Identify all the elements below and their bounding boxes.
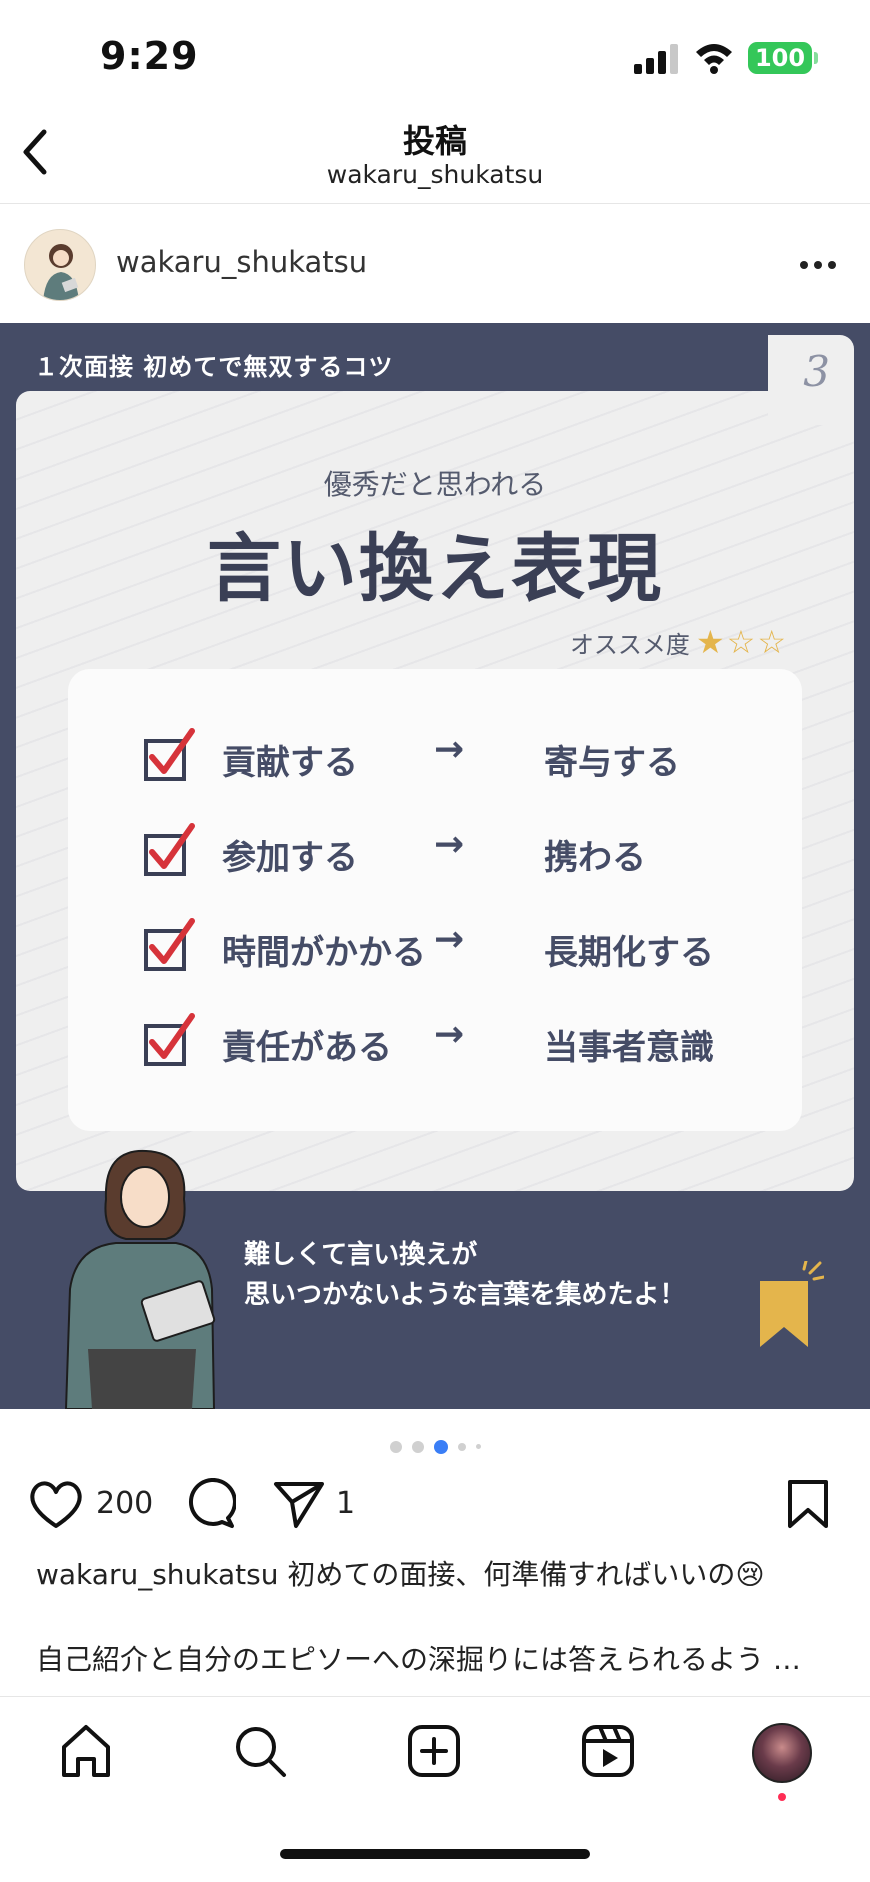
like-count[interactable]: 200 xyxy=(96,1486,153,1521)
recommend-rating: オススメ度 ★☆☆ xyxy=(570,623,788,661)
recommend-label: オススメ度 xyxy=(569,631,690,659)
avatar-illustration-icon xyxy=(43,244,79,300)
more-options-icon[interactable] xyxy=(796,245,840,285)
caption-username[interactable]: wakaru_shukatsu xyxy=(36,1558,278,1591)
status-time: 9:29 xyxy=(100,34,199,78)
card-title: 言い換え表現 xyxy=(207,526,663,612)
word-list-panel: 貢献する → 寄与する 参加する → 携わる 時間がかかる → 長期化する 責任… xyxy=(68,669,802,1131)
word-to: 長期化する xyxy=(544,933,714,973)
bookmark-decoration-icon xyxy=(760,1261,824,1347)
page-number: 3 xyxy=(803,347,830,396)
message-line: 難しくて言い換えが xyxy=(244,1240,478,1270)
home-icon[interactable] xyxy=(56,1721,116,1781)
word-to: 携わる xyxy=(544,838,646,878)
caption-more[interactable]: 自己紹介と自分のエピソーへの深掘りには答えられるよう … xyxy=(36,1638,836,1678)
action-bar: 200 1 xyxy=(0,1470,870,1540)
home-indicator xyxy=(280,1849,590,1859)
word-row: 参加する → 携わる xyxy=(142,810,782,890)
arrow-icon: → xyxy=(434,1014,465,1055)
arrow-icon: → xyxy=(434,729,465,770)
battery-tip xyxy=(814,52,818,64)
word-row: 貢献する → 寄与する xyxy=(142,715,782,795)
checkbox-checked-icon xyxy=(144,728,195,781)
word-row: 責任がある → 当事者意識 xyxy=(142,1000,782,1080)
carousel-indicator xyxy=(0,1436,870,1454)
arrow-icon: → xyxy=(434,824,465,865)
checkbox-checked-icon xyxy=(144,823,195,876)
woman-illustration-icon xyxy=(64,1149,216,1409)
word-from: 責任がある xyxy=(222,1028,392,1068)
star-rating-icon: ★☆☆ xyxy=(695,623,788,661)
checkbox-checked-icon xyxy=(144,1013,195,1066)
image-tag: １次面接 初めてで無双するコツ xyxy=(34,353,394,381)
word-from: 参加する xyxy=(222,838,358,878)
save-bookmark-icon[interactable] xyxy=(786,1478,830,1530)
page-title: 投稿 xyxy=(402,122,467,160)
message-line: 思いつかないような言葉を集めたよ！ xyxy=(244,1280,686,1310)
post-image[interactable]: １次面接 初めてで無双するコツ 3 優秀だと思われる 言い換え表現 オススメ度 ★… xyxy=(0,323,870,1409)
avatar[interactable] xyxy=(24,229,96,301)
carousel-dot xyxy=(475,1444,481,1449)
caption-text: 初めての面接、何準備すればいいの😢 xyxy=(287,1558,765,1591)
comment-icon[interactable] xyxy=(184,1478,236,1530)
status-bar: 9:29 100 xyxy=(0,0,870,100)
post-header: wakaru_shukatsu xyxy=(0,205,870,323)
word-row: 時間がかかる → 長期化する xyxy=(142,905,782,985)
like-heart-icon[interactable] xyxy=(28,1478,84,1530)
word-from: 時間がかかる xyxy=(222,933,426,973)
word-to: 寄与する xyxy=(544,743,680,783)
carousel-dot xyxy=(457,1442,466,1451)
nav-header: 投稿 wakaru_shukatsu xyxy=(0,100,870,204)
carousel-dot xyxy=(411,1440,424,1453)
carousel-dot-active xyxy=(433,1439,448,1454)
word-from: 貢献する xyxy=(222,743,358,783)
search-icon[interactable] xyxy=(230,1721,290,1781)
notification-dot xyxy=(778,1793,786,1801)
page-subtitle: wakaru_shukatsu xyxy=(326,160,544,189)
reels-icon[interactable] xyxy=(578,1721,638,1781)
cellular-signal-icon xyxy=(634,44,678,74)
create-post-icon[interactable] xyxy=(404,1721,464,1781)
word-to: 当事者意識 xyxy=(544,1028,714,1068)
checkbox-checked-icon xyxy=(144,918,195,971)
carousel-dot xyxy=(389,1440,402,1453)
post-username[interactable]: wakaru_shukatsu xyxy=(116,245,367,279)
share-send-icon[interactable] xyxy=(272,1478,326,1530)
battery-indicator: 100 xyxy=(748,42,812,74)
arrow-icon: → xyxy=(434,919,465,960)
profile-avatar[interactable] xyxy=(752,1723,812,1783)
share-count: 1 xyxy=(336,1486,356,1521)
image-message: 難しくて言い換えが 思いつかないような言葉を集めたよ！ xyxy=(244,1235,685,1315)
post-caption: wakaru_shukatsu 初めての面接、何準備すればいいの😢 xyxy=(36,1553,846,1593)
wifi-icon xyxy=(696,44,732,74)
card-subtitle: 優秀だと思われる xyxy=(323,468,547,501)
bottom-tab-bar xyxy=(0,1696,870,1882)
